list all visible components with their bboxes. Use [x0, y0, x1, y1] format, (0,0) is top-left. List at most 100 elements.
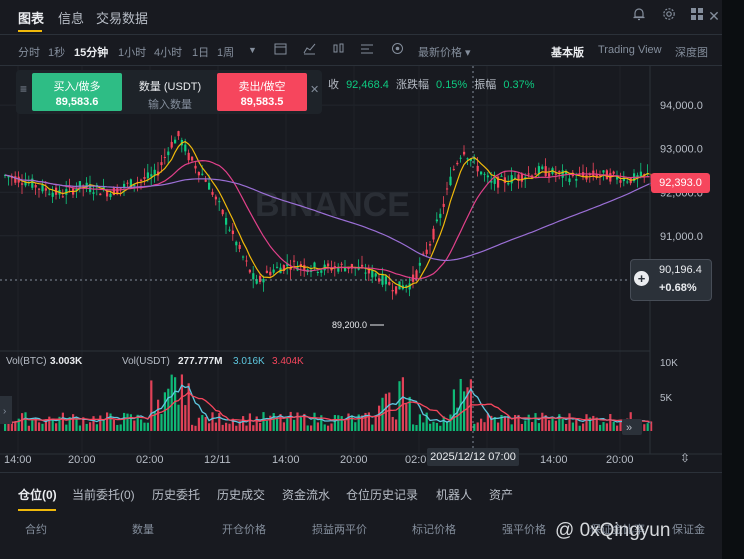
- buy-long-button[interactable]: 买入/做多 89,583.6: [32, 73, 122, 111]
- timeframe-4h[interactable]: 4小时: [154, 44, 182, 60]
- candle: [439, 213, 442, 218]
- volume-bar: [259, 422, 262, 431]
- view-basic[interactable]: 基本版: [551, 44, 584, 60]
- timeframe-1s[interactable]: 1秒: [48, 44, 65, 60]
- settings-icon[interactable]: [660, 7, 678, 25]
- tab-transactions[interactable]: 资金流水: [282, 486, 330, 503]
- candle: [507, 183, 510, 185]
- tab-assets[interactable]: 资产: [489, 486, 513, 503]
- volume-bar: [554, 420, 557, 431]
- target-icon[interactable]: [391, 42, 404, 58]
- volume-bar: [605, 423, 608, 431]
- volume-bar: [483, 422, 486, 431]
- grid-icon[interactable]: [688, 7, 706, 25]
- timeframe-1w[interactable]: 1周: [217, 44, 234, 60]
- price-mode-select[interactable]: 最新价格 ▾: [418, 44, 471, 60]
- volume-bar: [170, 374, 173, 431]
- volume-bar: [167, 388, 170, 431]
- volume-bar: [187, 383, 190, 431]
- candle: [51, 192, 54, 197]
- candles-icon[interactable]: [332, 42, 345, 58]
- volume-bar: [197, 417, 200, 431]
- indicator-icon[interactable]: [360, 42, 374, 58]
- volume-bar: [432, 421, 435, 431]
- tab-positions[interactable]: 仓位(0): [18, 486, 57, 503]
- candle: [194, 165, 197, 169]
- candle: [184, 144, 187, 152]
- volume-bar: [612, 421, 615, 431]
- calendar-icon[interactable]: [274, 42, 287, 58]
- volume-bar: [534, 413, 537, 431]
- volume-bar: [214, 422, 217, 431]
- price-chart[interactable]: BINANCE 94,000.093,000.092,000.091,000.0…: [0, 66, 722, 470]
- buy-price: 89,583.6: [55, 96, 99, 108]
- volume-bar: [235, 425, 238, 431]
- volume-bar: [184, 405, 187, 431]
- volume-bar: [340, 416, 343, 431]
- line-chart-icon[interactable]: [303, 42, 316, 58]
- tab-bots[interactable]: 机器人: [436, 486, 472, 503]
- candle: [510, 175, 513, 184]
- tab-info[interactable]: 信息: [58, 8, 84, 27]
- chart-area[interactable]: BINANCE 94,000.0 93,000.0 92,000.0 91,000.0…: [0, 66, 722, 470]
- candle: [218, 201, 221, 203]
- volume-bar: [38, 422, 41, 431]
- volume-bar: [293, 419, 296, 431]
- volume-bar: [123, 412, 126, 431]
- add-alert-icon[interactable]: +: [634, 271, 649, 286]
- candle: [452, 169, 455, 171]
- timeframe-time[interactable]: 分时: [18, 44, 40, 60]
- volume-bar: [143, 422, 146, 431]
- close-icon[interactable]: ✕: [705, 7, 723, 25]
- timeframe-1h[interactable]: 1小时: [118, 44, 146, 60]
- volume-bar: [323, 424, 326, 431]
- volume-bar: [116, 424, 119, 431]
- volume-bar: [609, 413, 612, 431]
- chevron-down-icon[interactable]: ▼: [248, 45, 257, 55]
- tab-order-history[interactable]: 历史委托: [152, 486, 200, 503]
- brand-watermark: BINANCE: [255, 186, 410, 224]
- col-entry-price: 开仓价格: [222, 524, 266, 536]
- volume-bar: [395, 419, 398, 431]
- view-depth[interactable]: 深度图: [675, 44, 708, 60]
- volume-bar: [126, 413, 129, 431]
- candle: [602, 170, 605, 173]
- fit-screen-icon[interactable]: ⇳: [680, 451, 690, 465]
- tab-chart[interactable]: 图表: [18, 8, 44, 27]
- change-label: 涨跌幅: [395, 79, 429, 91]
- tab-trade-history[interactable]: 历史成交: [217, 486, 265, 503]
- volume-bar: [537, 423, 540, 431]
- crosshair-price: 90,196.4: [659, 264, 702, 276]
- time-tick: 20:00: [68, 454, 96, 466]
- candle: [418, 262, 421, 266]
- volume-bar: [344, 420, 347, 431]
- volume-bar: [10, 423, 13, 431]
- volume-bar: [452, 389, 455, 431]
- tab-trade-data[interactable]: 交易数据: [96, 8, 148, 27]
- time-tick: 14:00: [4, 454, 32, 466]
- close-icon[interactable]: ✕: [310, 83, 319, 96]
- candle: [174, 139, 177, 144]
- candle: [316, 272, 319, 274]
- volume-bar: [99, 415, 102, 431]
- candle: [541, 166, 544, 169]
- tab-position-history[interactable]: 仓位历史记录: [346, 486, 418, 503]
- volume-bar: [129, 414, 132, 431]
- drag-handle-icon[interactable]: ≡: [20, 82, 27, 96]
- bell-icon[interactable]: [630, 7, 648, 25]
- volume-bar: [374, 415, 377, 431]
- volume-bar: [310, 425, 313, 431]
- volume-bar: [133, 420, 136, 431]
- view-tradingview[interactable]: Trading View: [598, 44, 662, 56]
- candle: [146, 172, 149, 179]
- candle: [153, 169, 156, 175]
- price-tick: 93,000.0: [660, 144, 703, 156]
- tab-open-orders[interactable]: 当前委托(0): [72, 486, 135, 503]
- timeframe-15m[interactable]: 15分钟: [74, 44, 108, 60]
- candle: [38, 188, 41, 190]
- timeframe-1d[interactable]: 1日: [192, 44, 209, 60]
- sell-short-button[interactable]: 卖出/做空 89,583.5: [217, 73, 307, 111]
- volume-bar: [531, 422, 534, 431]
- quantity-field[interactable]: 数量 (USDT) 输入数量: [124, 73, 216, 111]
- candle: [575, 178, 578, 181]
